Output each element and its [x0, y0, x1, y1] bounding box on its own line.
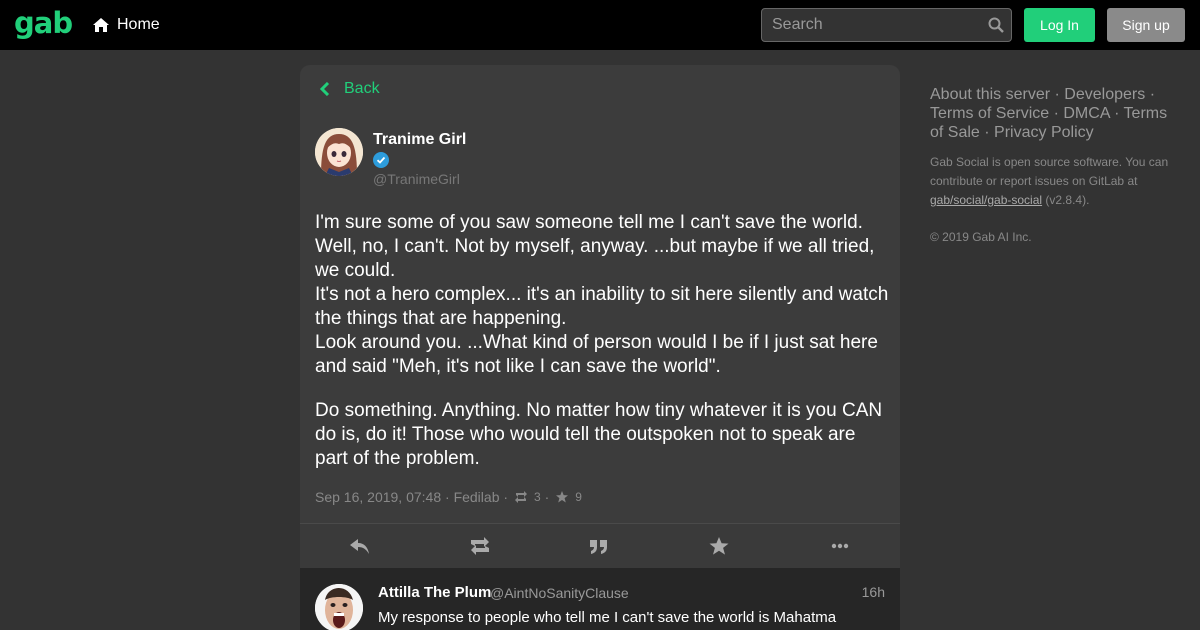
reply-status[interactable]: Attilla The Plum @AintNoSanityClause 16h…: [300, 568, 900, 630]
status-timestamp[interactable]: Sep 16, 2019, 07:48: [315, 489, 441, 505]
about-link[interactable]: About this server: [930, 86, 1050, 103]
repost-icon: [515, 491, 528, 503]
version-text: (v2.8.4).: [1045, 193, 1090, 207]
anime-girl-avatar-icon: [315, 128, 363, 176]
developers-link[interactable]: Developers: [1064, 86, 1145, 103]
quote-button[interactable]: [588, 536, 610, 556]
reply-timestamp[interactable]: 16h: [862, 584, 885, 600]
status-paragraph: I'm sure some of you saw someone tell me…: [315, 212, 889, 377]
chevron-left-icon: [320, 82, 330, 96]
author-handle[interactable]: @TranimeGirl: [373, 171, 460, 187]
gab-logo[interactable]: gab: [14, 6, 73, 40]
link-separator: ·: [1053, 105, 1059, 122]
reply-author-name[interactable]: Attilla The Plum: [378, 584, 491, 601]
favourite-count[interactable]: 9: [575, 490, 582, 504]
open-source-text: Gab Social is open source software. You …: [930, 155, 1169, 188]
repost-icon: [471, 537, 489, 555]
meta-separator: ·: [503, 489, 509, 505]
search-box: [761, 8, 1012, 42]
status-app: Fedilab: [453, 489, 500, 505]
home-label: Home: [117, 16, 160, 33]
dmca-link[interactable]: DMCA: [1063, 105, 1109, 122]
open-source-notice: Gab Social is open source software. You …: [930, 153, 1180, 210]
footer-links: About this server · Developers · Terms o…: [930, 85, 1180, 142]
author-avatar[interactable]: [315, 128, 363, 176]
top-navigation-bar: gab Home Log In Sign up: [0, 0, 1200, 50]
link-separator: ·: [1054, 86, 1060, 103]
favourite-icon: [709, 537, 729, 555]
author-display-name[interactable]: Tranime Girl: [373, 131, 466, 149]
home-icon: [93, 18, 109, 32]
status-meta: Sep 16, 2019, 07:48 · Fedilab · 3 · 9: [315, 489, 582, 505]
back-label: Back: [344, 80, 380, 97]
link-separator: ·: [1114, 105, 1120, 122]
quote-icon: [590, 540, 607, 554]
reply-text: My response to people who tell me I can'…: [378, 609, 837, 626]
status-content: I'm sure some of you saw someone tell me…: [315, 211, 890, 491]
repost-button[interactable]: [469, 536, 491, 556]
copyright: © 2019 Gab AI Inc.: [930, 230, 1032, 244]
more-icon: [831, 543, 849, 549]
link-separator: ·: [1149, 86, 1156, 103]
sidebar-footer: About this server · Developers · Terms o…: [930, 85, 1180, 244]
terms-of-service-link[interactable]: Terms of Service: [930, 105, 1049, 122]
link-separator: ·: [984, 124, 990, 141]
status-detail-column: Back Tranime Girl @TranimeGirl I'm sure …: [300, 65, 900, 630]
reply-icon: [350, 539, 369, 554]
privacy-policy-link[interactable]: Privacy Policy: [994, 124, 1094, 141]
repost-count[interactable]: 3: [534, 490, 541, 504]
screaming-face-avatar-icon: [315, 584, 363, 630]
status-action-bar: [300, 523, 900, 568]
login-button[interactable]: Log In: [1024, 8, 1095, 42]
signup-button[interactable]: Sign up: [1107, 8, 1185, 42]
back-button[interactable]: Back: [320, 79, 380, 99]
meta-separator: ·: [544, 489, 550, 505]
gitlab-repo-link[interactable]: gab/social/gab-social: [930, 193, 1042, 207]
reply-button[interactable]: [349, 536, 371, 556]
home-link[interactable]: Home: [92, 14, 160, 36]
favourite-button[interactable]: [708, 536, 730, 556]
more-button[interactable]: [829, 536, 851, 556]
star-icon: [556, 491, 569, 503]
reply-author-avatar[interactable]: [315, 584, 363, 630]
verified-badge-icon: [373, 152, 389, 168]
reply-author-handle[interactable]: @AintNoSanityClause: [490, 585, 629, 601]
search-input[interactable]: [762, 9, 982, 41]
status-paragraph: Do something. Anything. No matter how ti…: [315, 400, 883, 469]
search-icon[interactable]: [988, 17, 1004, 33]
